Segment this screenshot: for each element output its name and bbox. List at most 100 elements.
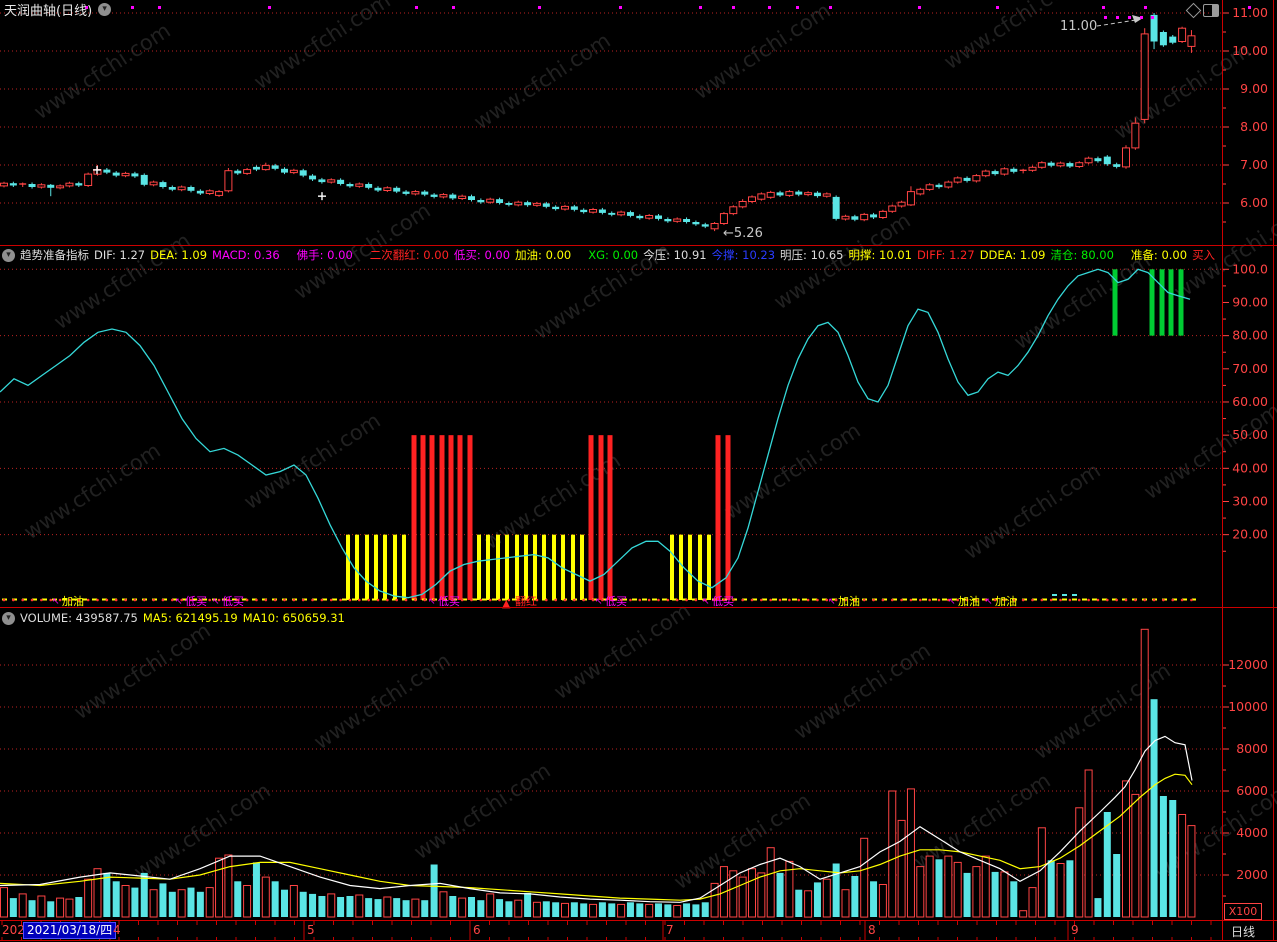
svg-text:www.cfchi.com: www.cfchi.com xyxy=(410,758,555,864)
svg-text:↖: ↖ xyxy=(702,597,710,607)
svg-text:↖: ↖ xyxy=(985,597,993,607)
svg-text:www.cfchi.com: www.cfchi.com xyxy=(790,638,935,744)
svg-text:50.00: 50.00 xyxy=(1232,427,1268,442)
chart-layer: www.cfchi.com www.cfchi.com www.cfchi.com w… xyxy=(0,0,1277,941)
svg-text:↖: ↖ xyxy=(428,597,436,607)
chevron-down-icon[interactable]: ▾ xyxy=(2,248,15,262)
svg-text:20.00: 20.00 xyxy=(1232,527,1268,542)
svg-text:低买: 低买 xyxy=(185,595,207,608)
svg-text:11.00: 11.00 xyxy=(1232,5,1268,20)
svg-text:加油: 加油 xyxy=(62,594,84,608)
svg-text:www.cfchi.com: www.cfchi.com xyxy=(20,438,165,544)
svg-text:加油: 加油 xyxy=(995,594,1017,608)
svg-text:30.00: 30.00 xyxy=(1232,493,1268,508)
indicator-header: ▾ 趋势准备指标 DIF: 1.27 DEA: 1.09 MACD: 0.36 佛手: … xyxy=(2,247,1220,263)
svg-text:低买: 低买 xyxy=(222,595,244,608)
svg-text:www.cfchi.com: www.cfchi.com xyxy=(470,28,615,134)
volume-header-item: MA5: 621495.19 xyxy=(142,611,238,625)
svg-text:↖: ↖ xyxy=(595,597,603,607)
svg-text:▲: ▲ xyxy=(502,597,511,610)
month-label: 6 xyxy=(473,923,481,937)
svg-text:www.cfchi.com: www.cfchi.com xyxy=(960,458,1105,564)
svg-text:12000: 12000 xyxy=(1228,657,1268,672)
indicator-header-item: 明撑: 10.01 xyxy=(848,248,912,262)
svg-text:www.cfchi.com: www.cfchi.com xyxy=(1140,398,1277,504)
svg-text:www.cfchi.com: www.cfchi.com xyxy=(70,618,215,724)
indicator-header-item: DEA: 1.09 xyxy=(150,248,208,262)
indicator-header-item: 二次翻红: 0.00 xyxy=(369,248,449,262)
svg-text:80.00: 80.00 xyxy=(1232,328,1268,343)
svg-text:6.00: 6.00 xyxy=(1240,195,1268,210)
app-window: www.cfchi.com www.cfchi.com www.cfchi.com w… xyxy=(0,0,1277,942)
svg-text:4000: 4000 xyxy=(1236,825,1268,840)
svg-text:10.00: 10.00 xyxy=(1232,43,1268,58)
indicator-header-item: 趋势准备指标 xyxy=(20,248,89,262)
panel-layout-icon[interactable] xyxy=(1203,4,1219,17)
svg-text:8000: 8000 xyxy=(1236,741,1268,756)
month-label: 7 xyxy=(666,923,674,937)
svg-text:www.cfchi.com: www.cfchi.com xyxy=(1010,248,1155,354)
month-label: 4 xyxy=(113,923,121,937)
svg-text:加油: 加油 xyxy=(838,594,860,608)
svg-text:←5.26: ←5.26 xyxy=(723,226,763,241)
svg-text:6000: 6000 xyxy=(1236,783,1268,798)
svg-text:7.00: 7.00 xyxy=(1240,157,1268,172)
indicator-header-item: DIF: 1.27 xyxy=(94,248,146,262)
svg-text:www.cfchi.com: www.cfchi.com xyxy=(720,418,865,524)
price-chart[interactable]: 11.00 ←5.26 xyxy=(0,6,1252,241)
indicator-header-item: 清仓: 80.00 xyxy=(1050,248,1114,262)
indicator-chart[interactable]: ↖ 加油 ↖ 低买 ↖ 低买 ↖ 低买 ▲ 翻红 ↖ 低买 ↖ 低买 ↖ 加油 ↖ 加油 ↖ 加油 xyxy=(0,268,1196,610)
selected-date-box: 2021/03/18/四 xyxy=(23,922,117,939)
indicator-header-item: 买入 xyxy=(1192,248,1216,262)
volume-header-item: VOLUME: 439587.75 xyxy=(20,611,138,625)
svg-text:9.00: 9.00 xyxy=(1240,81,1268,96)
month-label: 9 xyxy=(1071,923,1079,937)
indicator-header-item: DDEA: 1.09 xyxy=(979,248,1046,262)
indicator-header-item: 加油: 0.00 xyxy=(515,248,572,262)
svg-text:低买: 低买 xyxy=(712,595,734,608)
indicator-header-item: 今撑: 10.23 xyxy=(711,248,776,262)
svg-text:www.cfchi.com: www.cfchi.com xyxy=(940,0,1085,74)
volume-header: ▾ VOLUME: 439587.75 MA5: 621495.19 MA10: 6… xyxy=(2,610,1220,626)
svg-text:70.00: 70.00 xyxy=(1232,361,1268,376)
svg-text:低买: 低买 xyxy=(605,595,627,608)
svg-text:100.0: 100.0 xyxy=(1232,261,1268,276)
date-axis[interactable]: 202 2021/03/18/四 日线 4 5 6 7 8 9 xyxy=(0,921,1277,941)
svg-text:60.00: 60.00 xyxy=(1232,394,1268,409)
month-label: 5 xyxy=(307,923,315,937)
svg-text:www.cfchi.com: www.cfchi.com xyxy=(50,228,195,334)
window-title: 天润曲轴(日线) xyxy=(4,3,93,19)
svg-text:www.cfchi.com: www.cfchi.com xyxy=(240,408,385,514)
svg-text:↖: ↖ xyxy=(175,597,183,607)
period-label: 日线 xyxy=(1231,925,1256,939)
partial-year-label: 202 xyxy=(2,923,25,937)
svg-text:40.00: 40.00 xyxy=(1232,460,1268,475)
svg-text:↖: ↖ xyxy=(52,597,60,607)
volume-header-item: MA10: 650659.31 xyxy=(242,611,345,625)
svg-text:翻红: 翻红 xyxy=(515,594,537,608)
indicator-header-item: 准备: 0.00 xyxy=(1130,248,1188,262)
indicator-header-item: 低买: 0.00 xyxy=(453,248,511,262)
indicator-header-item: 佛手: 0.00 xyxy=(296,248,353,262)
svg-text:8.00: 8.00 xyxy=(1240,119,1268,134)
svg-text:↖: ↖ xyxy=(948,597,956,607)
svg-text:↖: ↖ xyxy=(212,597,220,607)
svg-text:↖: ↖ xyxy=(828,597,836,607)
volume-scale-label: X100 xyxy=(1224,903,1262,920)
indicator-header-item: 明压: 10.65 xyxy=(780,248,844,262)
svg-text:www.cfchi.com: www.cfchi.com xyxy=(30,18,175,124)
indicator-header-item: 今压: 10.91 xyxy=(643,248,707,262)
svg-text:加油: 加油 xyxy=(958,594,980,608)
chevron-down-icon[interactable]: ▾ xyxy=(2,611,15,625)
chevron-down-icon[interactable]: ▾ xyxy=(98,2,112,16)
svg-text:2000: 2000 xyxy=(1236,867,1268,882)
svg-text:10000: 10000 xyxy=(1228,699,1268,714)
svg-text:www.cfchi.com: www.cfchi.com xyxy=(310,648,455,754)
title-bar: 天润曲轴(日线) ▾ xyxy=(4,1,112,19)
indicator-header-item: MACD: 0.36 xyxy=(212,248,280,262)
svg-text:低买: 低买 xyxy=(438,595,460,608)
indicator-header-item: XG: 0.00 xyxy=(588,248,639,262)
svg-text:90.00: 90.00 xyxy=(1232,294,1268,309)
indicator-header-item: DIFF: 1.27 xyxy=(916,248,975,262)
svg-text:11.00: 11.00 xyxy=(1060,19,1097,34)
